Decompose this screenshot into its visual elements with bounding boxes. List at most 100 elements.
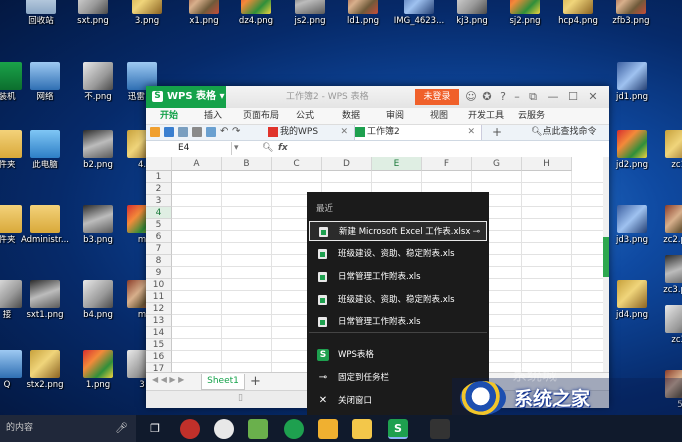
redo-icon[interactable]: ↷ [232, 127, 242, 137]
sheet-nav-arrows-icon[interactable]: ◀ ◀ ▶ ▶ [152, 375, 184, 384]
cortana-search-box[interactable]: 的内容 🎤︎ [0, 415, 136, 442]
recent-item[interactable]: 日常管理工作附表.xls [309, 312, 487, 332]
row-header[interactable]: 4 [146, 207, 172, 219]
row-header[interactable]: 17 [146, 363, 172, 372]
column-header[interactable]: D [322, 157, 372, 171]
close-tab-icon[interactable]: ✕ [467, 125, 475, 140]
row-header[interactable]: 13 [146, 315, 172, 327]
menu-data[interactable]: 数据 [342, 108, 360, 124]
file-explorer-icon[interactable] [352, 419, 372, 439]
minimize-icon[interactable]: — [546, 90, 560, 104]
column-header[interactable]: F [422, 157, 472, 171]
command-search[interactable]: 🔍︎点此查找命令 [531, 125, 596, 140]
row-header[interactable]: 12 [146, 303, 172, 315]
new-tab-button[interactable]: + [492, 125, 502, 140]
desktop-icon-file[interactable]: zfb3.png [602, 0, 660, 26]
pin-icon[interactable]: ⊸ [472, 222, 480, 242]
scrollbar-thumb[interactable] [603, 237, 609, 277]
vertical-scrollbar[interactable] [603, 157, 609, 372]
row-header[interactable]: 15 [146, 339, 172, 351]
menu-insert[interactable]: 插入 [204, 108, 222, 124]
share-icon[interactable]: ✪ [480, 90, 494, 104]
column-header[interactable]: G [472, 157, 522, 171]
row-header[interactable]: 10 [146, 279, 172, 291]
row-header[interactable]: 5 [146, 219, 172, 231]
restore-ribbon-icon[interactable]: ⧉ [526, 90, 540, 104]
export-icon[interactable] [206, 127, 216, 137]
close-tab-icon[interactable]: ✕ [340, 125, 348, 140]
row-header[interactable]: 16 [146, 351, 172, 363]
column-header[interactable]: H [522, 157, 572, 171]
desktop-icon-file[interactable]: x1.png [175, 0, 233, 26]
column-header[interactable]: C [272, 157, 322, 171]
save-icon[interactable] [164, 127, 174, 137]
menu-developer[interactable]: 开发工具 [468, 108, 504, 124]
menu-review[interactable]: 审阅 [386, 108, 404, 124]
column-header[interactable]: B [222, 157, 272, 171]
desktop-icon-file[interactable]: jd2.png [603, 130, 661, 170]
menu-page-layout[interactable]: 页面布局 [243, 108, 279, 124]
task-view-icon[interactable]: ❐ [145, 419, 165, 439]
login-button[interactable]: 未登录 [415, 89, 459, 105]
row-header[interactable]: 6 [146, 231, 172, 243]
recent-item[interactable]: 新建 Microsoft Excel 工作表.xlsx ⊸ [309, 221, 487, 241]
menu-view[interactable]: 视图 [430, 108, 448, 124]
wps-taskbar-icon[interactable]: S [388, 419, 408, 439]
select-all-corner[interactable] [146, 157, 172, 171]
row-header[interactable]: 7 [146, 243, 172, 255]
row-header[interactable]: 3 [146, 195, 172, 207]
microphone-icon[interactable]: 🎤︎ [115, 415, 128, 442]
desktop-icon-file[interactable]: sj2.png [496, 0, 554, 26]
app-icon-red[interactable] [180, 419, 200, 439]
column-header[interactable]: A [172, 157, 222, 171]
row-header[interactable]: 2 [146, 183, 172, 195]
app-icon-green[interactable] [248, 419, 268, 439]
function-icon[interactable]: fx [278, 141, 288, 156]
row-header[interactable]: 9 [146, 267, 172, 279]
desktop-icon-file[interactable]: kj3.png [443, 0, 501, 26]
skin-icon[interactable]: ☺ [464, 90, 478, 104]
desktop-icon-file[interactable]: dz4.png [227, 0, 285, 26]
print-preview-icon[interactable] [178, 127, 188, 137]
desktop-icon-file[interactable]: ld1.png [334, 0, 392, 26]
undo-icon[interactable]: ↶ [220, 127, 230, 137]
name-box[interactable]: E4 [146, 142, 232, 155]
app-icon-security[interactable] [284, 419, 304, 439]
menu-cloud[interactable]: 云服务 [518, 108, 545, 124]
row-header[interactable]: 11 [146, 291, 172, 303]
desktop-icon-administrator[interactable]: Administr... [16, 205, 74, 245]
row-header[interactable]: 8 [146, 255, 172, 267]
desktop-icon-file[interactable]: IMG_4623... [390, 0, 448, 26]
maximize-icon[interactable]: ☐ [566, 90, 580, 104]
desktop-icon-file[interactable]: 3.png [118, 0, 176, 26]
recent-item[interactable]: 班级建设、资助、稳定附表.xls [309, 244, 487, 264]
recent-item[interactable]: 日常管理工作附表.xls [309, 267, 487, 287]
tab-workbook2[interactable]: 工作簿2 ✕ [354, 125, 482, 140]
options-icon[interactable]: – [510, 90, 524, 104]
desktop-icon-file[interactable]: stx2.png [16, 350, 74, 390]
dropdown-arrow-icon[interactable]: ▾ [234, 141, 239, 156]
app-icon-yellow[interactable] [318, 419, 338, 439]
add-sheet-button[interactable]: + [250, 373, 261, 390]
column-header[interactable]: E [372, 157, 422, 171]
desktop-icon-this-pc[interactable]: 此电脑 [16, 130, 74, 170]
app-icon-panda[interactable] [214, 419, 234, 439]
desktop-icon-file[interactable]: js2.png [281, 0, 339, 26]
menu-home[interactable]: 开始 [160, 108, 178, 124]
print-icon[interactable] [192, 127, 202, 137]
recent-item[interactable]: 班级建设、资助、稳定附表.xls [309, 290, 487, 310]
desktop-icon-file[interactable]: zc3. [651, 305, 682, 345]
desktop-icon-file[interactable]: hcp4.png [549, 0, 607, 26]
menu-formulas[interactable]: 公式 [296, 108, 314, 124]
open-wps-sheets[interactable]: S WPS表格 [309, 345, 487, 365]
row-header[interactable]: 14 [146, 327, 172, 339]
desktop-icon-file[interactable]: sxt1.png [16, 280, 74, 320]
tab-my-wps[interactable]: 我的WPS ✕ [268, 125, 354, 140]
sheet-tab-sheet1[interactable]: Sheet1 [201, 374, 245, 390]
desktop-icon-network[interactable]: 网络 [16, 62, 74, 102]
desktop-icon-file[interactable]: sxt.png [64, 0, 122, 26]
app-icon-dark[interactable] [430, 419, 450, 439]
zoom-icon[interactable]: 🔍︎ [262, 141, 273, 156]
title-bar[interactable]: S WPS 表格 ▾ 工作簿2 - WPS 表格 未登录 ☺ ✪ ? – ⧉ — … [146, 86, 609, 108]
help-icon[interactable]: ? [496, 90, 510, 104]
